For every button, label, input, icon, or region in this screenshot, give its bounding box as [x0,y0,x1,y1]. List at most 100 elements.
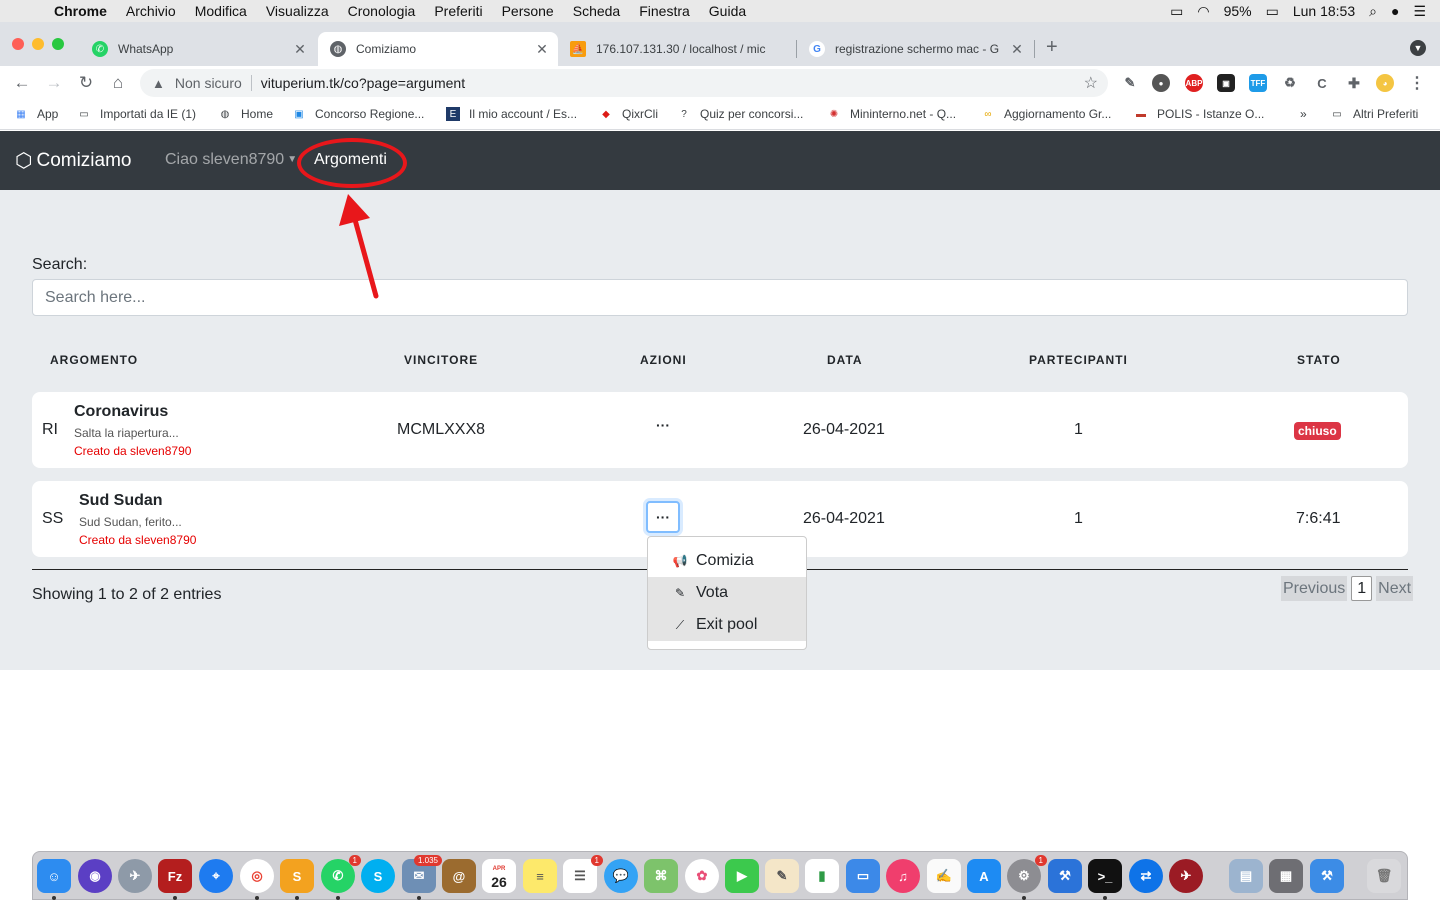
address-bar[interactable]: ▲ Non sicuro vituperium.tk/co?page=argum… [140,69,1108,97]
safari-icon[interactable]: ⌖ [199,859,233,893]
bookmark-other-folder[interactable]: ▭ Altri Preferiti [1330,107,1418,121]
tab-whatsapp[interactable]: ✆ WhatsApp ✕ [80,32,316,66]
bookmarks-overflow-button[interactable]: » [1300,107,1307,121]
extension-icon[interactable]: C [1313,74,1331,92]
bookmark-quiz[interactable]: ? Quiz per concorsi... [677,107,803,121]
tab-google-search[interactable]: G registrazione schermo mac - G ✕ [797,32,1033,66]
pages-icon[interactable]: ✎ [765,859,799,893]
bookmark-aggiornamento[interactable]: ∞ Aggiornamento Gr... [981,107,1111,121]
teamviewer-icon[interactable]: ⇄ [1129,859,1163,893]
skype-icon[interactable]: S [361,859,395,893]
clock[interactable]: Lun 18:53 [1293,3,1355,19]
row-actions-button[interactable]: ··· [646,501,680,533]
security-status[interactable]: Non sicuro [175,75,242,91]
menu-visualizza[interactable]: Visualizza [266,3,329,19]
facetime-icon[interactable]: ▶ [725,859,759,893]
airplay-icon[interactable]: ▭ [1170,3,1183,20]
extensions-puzzle-icon[interactable]: ✚ [1345,74,1363,92]
back-icon[interactable]: ← [6,73,38,93]
bookmark-home[interactable]: ◍ Home [218,107,273,121]
extension-icon[interactable]: ▣ [1217,74,1235,92]
previous-page-button[interactable]: Previous [1281,576,1348,601]
notes-icon[interactable]: ≡ [523,859,557,893]
photos-icon[interactable]: ✿ [685,859,719,893]
column-header-vincitore[interactable]: VINCITORE [404,353,478,367]
system-preferences-icon[interactable]: ⚙ 1 [1007,855,1047,893]
bookmark-folder-ie[interactable]: ▭ Importati da IE (1) [77,107,196,121]
extension-icon[interactable]: ● [1152,74,1170,92]
filezilla-icon[interactable]: Fz [158,859,192,893]
extension-icon[interactable]: TFF [1249,74,1267,92]
keynote-icon[interactable]: ▭ [846,859,880,893]
adblock-icon[interactable]: ABP [1185,74,1203,92]
user-dropdown-toggle[interactable]: Ciao sleven8790 ▼ [165,151,297,169]
notification-center-icon[interactable]: ☰ [1413,3,1426,20]
table-row[interactable]: RI Coronavirus Salta la riapertura... Cr… [32,392,1408,468]
sublime-text-icon[interactable]: S [280,859,314,893]
bookmark-polis[interactable]: ▬ POLIS - Istanze O... [1134,107,1264,121]
column-header-partecipanti[interactable]: PARTECIPANTI [1029,353,1128,367]
music-icon[interactable]: ♫ [886,859,920,893]
reload-icon[interactable]: ↻ [70,73,102,93]
profile-avatar[interactable]: ◕ [1376,74,1394,92]
close-tab-icon[interactable]: ✕ [532,41,552,58]
forward-icon[interactable]: → [38,73,70,93]
column-header-stato[interactable]: STATO [1297,353,1341,367]
bookmark-account[interactable]: E Il mio account / Es... [446,107,577,121]
recycle-extension-icon[interactable]: ♻ [1281,74,1299,92]
brand-link[interactable]: ⬡ Comiziamo [15,148,132,173]
maps-icon[interactable]: ⌘ [644,859,678,893]
menu-item-vota[interactable]: ✎ Vota [648,577,806,609]
tab-phpmyadmin[interactable]: ⛵ 176.107.131.30 / localhost / mic [558,32,794,66]
close-tab-icon[interactable]: ✕ [1007,41,1027,58]
tab-search-icon[interactable]: ▼ [1410,40,1426,56]
bookmark-qixrcli[interactable]: ◆ QixrCli [599,107,658,121]
terminal-icon[interactable]: >_ [1088,859,1122,893]
spotlight-search-icon[interactable]: ⌕ [1369,3,1377,20]
battery-percent[interactable]: 95% [1224,3,1252,19]
url-text[interactable]: vituperium.tk/co?page=argument [261,75,465,91]
row-title[interactable]: Sud Sudan [79,492,163,510]
battery-icon[interactable]: ▭ [1266,3,1279,20]
menubar-app-name[interactable]: Chrome [54,3,107,19]
bookmark-concorso[interactable]: ▣ Concorso Regione... [292,107,424,121]
menu-archivio[interactable]: Archivio [126,3,176,19]
whatsapp-icon[interactable]: ✆ 1 [321,855,361,893]
close-window-button[interactable] [12,38,24,50]
wifi-icon[interactable]: ◠ [1197,3,1209,20]
contacts-icon[interactable]: @ [442,859,476,893]
home-icon[interactable]: ⌂ [102,73,134,93]
siri-icon[interactable]: ● [1391,3,1399,19]
preview-icon[interactable]: ▤ [1229,859,1263,893]
xcode-icon[interactable]: ⚒ [1048,859,1082,893]
chrome-menu-icon[interactable]: ⋮ [1408,74,1426,92]
menu-finestra[interactable]: Finestra [639,3,690,19]
calendar-icon[interactable]: APR 26 [482,859,516,893]
numbers-icon[interactable]: ▮ [805,859,839,893]
tab-comiziamo[interactable]: ◍ Comiziamo ✕ [318,32,558,66]
bookmark-mininterno[interactable]: ✺ Mininterno.net - Q... [827,107,956,121]
menu-preferiti[interactable]: Preferiti [434,3,482,19]
minimize-window-button[interactable] [32,38,44,50]
column-header-azioni[interactable]: AZIONI [640,353,687,367]
chrome-icon[interactable]: ◎ [240,859,274,893]
menu-cronologia[interactable]: Cronologia [348,3,416,19]
eyedropper-extension-icon[interactable]: ✎ [1121,74,1139,92]
column-header-argomento[interactable]: ARGOMENTO [50,353,138,367]
xcode-icon[interactable]: ⚒ [1310,859,1344,893]
row-title[interactable]: Coronavirus [74,403,168,421]
new-tab-icon[interactable]: + [1046,36,1058,59]
trash-icon[interactable]: 🗑 [1367,859,1401,893]
menu-item-comizia[interactable]: 📢 Comizia [648,545,806,577]
bookmark-star-icon[interactable]: ☆ [1084,73,1098,93]
close-tab-icon[interactable]: ✕ [290,41,310,58]
finder-icon[interactable]: ☺ [37,859,71,893]
reminders-icon[interactable]: ☰ 1 [563,855,603,893]
launchpad-icon[interactable]: ✈ [118,859,152,893]
menu-persone[interactable]: Persone [502,3,554,19]
app-store-icon[interactable]: A [967,859,1001,893]
search-input[interactable] [32,279,1408,316]
menu-guida[interactable]: Guida [709,3,746,19]
next-page-button[interactable]: Next [1376,576,1414,601]
app-icon[interactable]: ✈ [1169,859,1203,893]
